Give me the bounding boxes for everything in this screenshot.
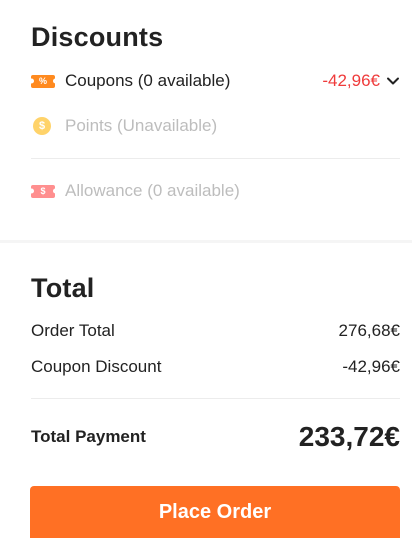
coupon-discount-label: Coupon Discount	[31, 357, 162, 376]
allowance-icon: $	[31, 184, 57, 198]
coupon-icon: %	[31, 74, 57, 88]
divider	[31, 158, 400, 159]
total-title: Total	[31, 273, 95, 303]
coupon-discount-value: -42,96€	[342, 357, 400, 376]
discounts-title: Discounts	[31, 22, 164, 52]
coupons-row[interactable]: % Coupons (0 available) -42,96€	[31, 70, 400, 92]
chevron-down-icon[interactable]	[386, 74, 400, 88]
total-section: Total Order Total 276,68€ Coupon Discoun…	[0, 243, 412, 547]
allowance-row: $ Allowance (0 available)	[31, 180, 400, 202]
discounts-section: Discounts % Coupons (0 available) -42,96…	[0, 0, 412, 240]
allowance-label: Allowance (0 available)	[65, 181, 240, 200]
coupons-label: Coupons (0 available)	[65, 71, 231, 90]
points-label: Points (Unavailable)	[65, 116, 218, 135]
place-order-button[interactable]: Place Order	[30, 486, 400, 538]
divider	[31, 398, 400, 399]
points-row: $ Points (Unavailable)	[31, 115, 400, 137]
total-payment-row: Total Payment 233,72€	[31, 421, 400, 453]
order-total-row: Order Total 276,68€	[31, 320, 400, 342]
coupons-discount-value: -42,96€	[322, 71, 380, 90]
total-payment-label: Total Payment	[31, 427, 146, 446]
coupon-discount-row: Coupon Discount -42,96€	[31, 356, 400, 378]
order-total-label: Order Total	[31, 321, 115, 340]
order-total-value: 276,68€	[338, 321, 400, 340]
points-coin-icon: $	[31, 117, 57, 135]
total-payment-value: 233,72€	[298, 421, 400, 452]
